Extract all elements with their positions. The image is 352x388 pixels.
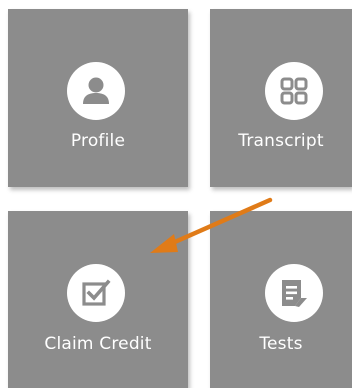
profile-label: Profile: [70, 131, 126, 151]
claim-credit-label: Claim Credit: [44, 334, 152, 354]
tests-tile[interactable]: Tests: [210, 211, 352, 388]
document-icon: [282, 280, 307, 307]
claim-credit-tile[interactable]: Claim Credit: [8, 211, 188, 388]
dashboard-grid: Profile Transcript Claim Credit Tests: [0, 0, 352, 388]
person-icon: [83, 77, 109, 104]
transcript-label: Transcript: [238, 131, 324, 151]
transcript-tile[interactable]: Transcript: [210, 9, 352, 187]
tests-icon-circle: [265, 264, 323, 322]
profile-tile[interactable]: Profile: [8, 9, 188, 187]
profile-icon-circle: [67, 62, 125, 120]
grid-icon: [280, 77, 308, 105]
tests-label: Tests: [259, 334, 303, 354]
transcript-icon-circle: [265, 62, 323, 120]
checkbox-icon: [82, 279, 111, 306]
claim-credit-icon-circle: [67, 264, 125, 322]
